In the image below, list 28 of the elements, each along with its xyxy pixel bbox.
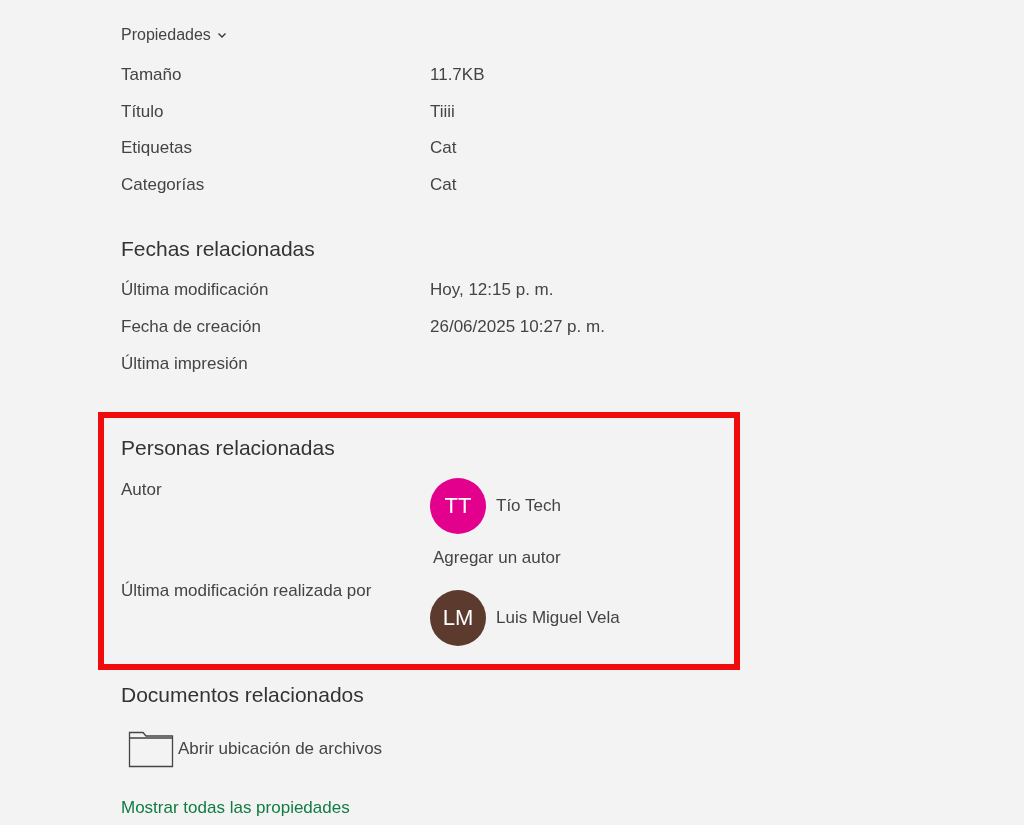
avatar: TT — [430, 478, 486, 534]
property-value: Tiiii — [430, 100, 455, 123]
property-value: Cat — [430, 137, 457, 159]
open-location-link[interactable]: Abrir ubicación de archivos — [178, 739, 383, 759]
avatar: LM — [430, 590, 486, 646]
person-name: Luis Miguel Vela — [496, 608, 620, 628]
folder-icon — [128, 730, 174, 768]
property-value: Hoy, 12:15 p. m. — [430, 279, 554, 301]
show-all-link[interactable]: Mostrar todas las propiedades — [121, 798, 350, 818]
property-label: Etiquetas — [121, 137, 192, 159]
property-value: 26/06/2025 10:27 p. m. — [430, 316, 605, 338]
section-heading[interactable]: Propiedades — [121, 20, 227, 50]
property-label: Tamaño — [121, 64, 182, 86]
property-label: Autor — [121, 480, 162, 500]
property-label: Última modificación — [121, 279, 269, 301]
property-label: Categorías — [121, 173, 205, 196]
section-heading: Documentos relacionados — [121, 682, 364, 708]
add-author-link[interactable]: Agregar un autor — [433, 548, 561, 568]
property-value: 11.7KB — [430, 64, 485, 86]
section-heading: Fechas relacionadas — [121, 236, 315, 262]
property-label: Última impresión — [121, 353, 248, 375]
person-name: Tío Tech — [496, 496, 561, 516]
property-label: Fecha de creación — [121, 316, 261, 338]
property-value: Cat — [430, 173, 457, 196]
section-heading: Personas relacionadas — [121, 435, 335, 461]
property-label: Última modificación realizada por — [121, 581, 372, 601]
chevron-icon — [216, 31, 227, 39]
property-label: Título — [121, 100, 164, 123]
